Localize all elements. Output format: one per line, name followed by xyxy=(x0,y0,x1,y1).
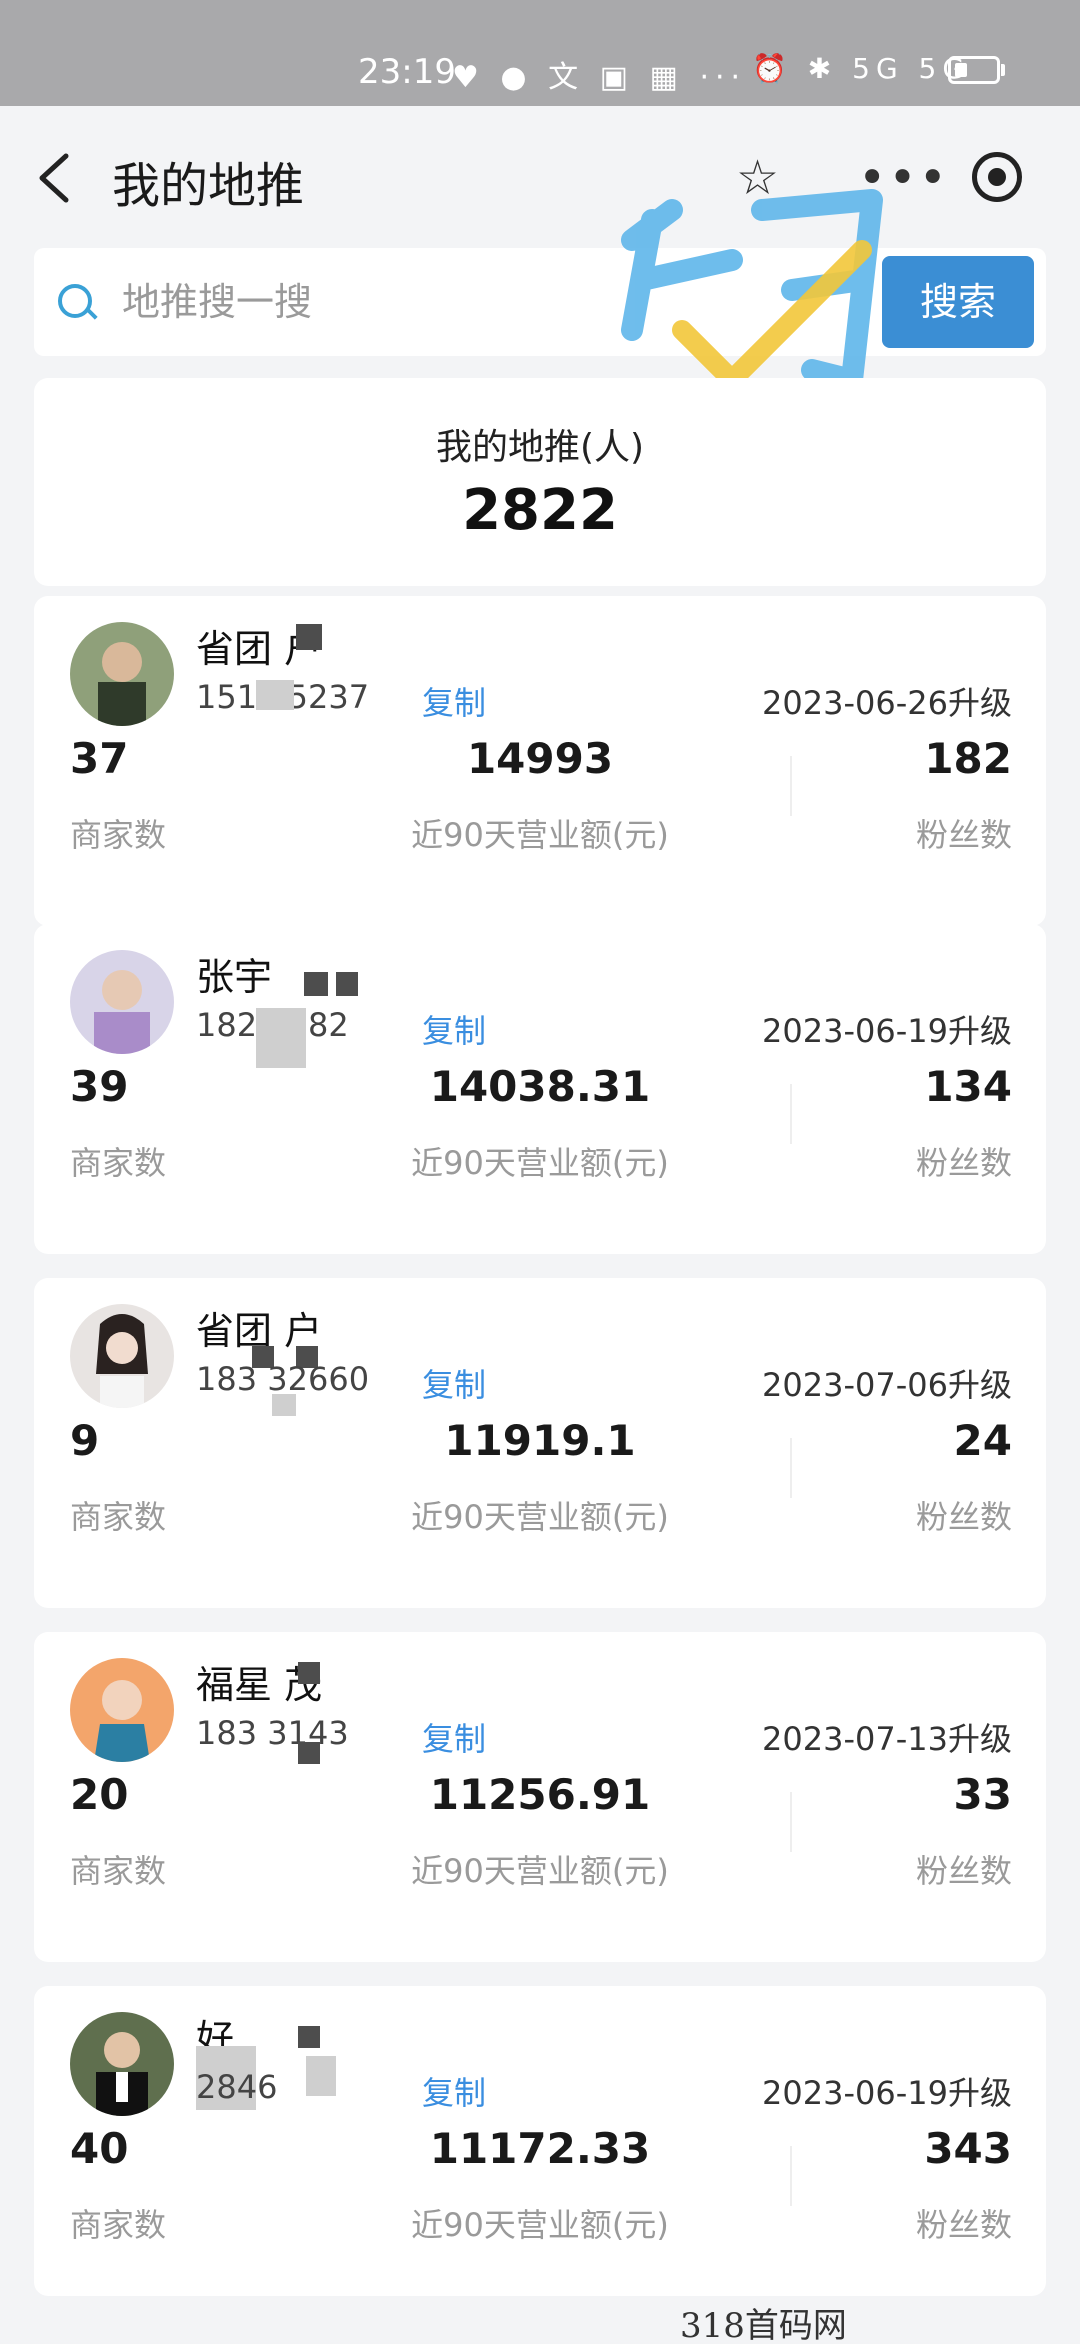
footer-watermark: 318首码网 www.e318.com xyxy=(680,2306,847,2344)
avatar xyxy=(70,2012,174,2116)
notification-icons: ♥ ● 文 ▣ ▦ ··· xyxy=(452,60,747,95)
avatar xyxy=(70,1304,174,1408)
copy-button[interactable]: 复制 xyxy=(422,2068,486,2114)
summary-label: 我的地推(人) xyxy=(435,427,645,468)
search-icon xyxy=(58,284,92,318)
privacy-mask xyxy=(298,1662,320,1684)
promoter-name: 张宇 xyxy=(196,955,273,999)
battery-icon xyxy=(948,56,1000,84)
promoter-card[interactable]: 福星 茂 183 3143 复制 2023-07-13升级 20 11256.9… xyxy=(34,1632,1046,1962)
fans-label: 粉丝数 xyxy=(915,1144,1012,1182)
revenue-value: 14038.31 xyxy=(429,1062,651,1111)
avatar xyxy=(70,950,174,1054)
revenue-label: 近90天营业额(元) xyxy=(411,1498,669,1536)
privacy-mask xyxy=(298,2026,320,2048)
copy-button[interactable]: 复制 xyxy=(422,678,486,724)
promoter-card[interactable]: 省团 户 1517 5237 复制 2023-06-26升级 37 14993 … xyxy=(34,596,1046,926)
promoter-card[interactable]: 好 2846 复制 2023-06-19升级 40 11172.33 343 商… xyxy=(34,1986,1046,2296)
target-icon[interactable] xyxy=(972,152,1022,202)
revenue-value: 11172.33 xyxy=(429,2124,651,2173)
divider xyxy=(790,1792,792,1852)
status-time: 23:19 xyxy=(358,52,456,92)
upgrade-date: 2023-07-06升级 xyxy=(762,1366,1012,1404)
privacy-mask xyxy=(306,2056,336,2096)
fans-count: 134 xyxy=(924,1062,1012,1111)
fans-count: 24 xyxy=(953,1416,1012,1465)
promoter-phone: 183 32660 xyxy=(196,1360,370,1398)
fans-label: 粉丝数 xyxy=(915,1852,1012,1890)
back-arrow-icon[interactable] xyxy=(34,150,74,206)
promoter-card[interactable]: 张宇 182 2982 复制 2023-06-19升级 39 14038.31 … xyxy=(34,924,1046,1254)
promoter-phone: 2846 xyxy=(196,2068,278,2106)
search-input[interactable] xyxy=(122,272,822,332)
fans-count: 182 xyxy=(924,734,1012,783)
avatar xyxy=(70,1658,174,1762)
privacy-mask xyxy=(296,624,322,650)
promoter-phone: 183 3143 xyxy=(196,1714,349,1752)
upgrade-date: 2023-06-19升级 xyxy=(762,1012,1012,1050)
divider xyxy=(790,756,792,816)
privacy-mask xyxy=(272,1394,296,1416)
revenue-label: 近90天营业额(元) xyxy=(411,1144,669,1182)
summary-count: 2822 xyxy=(462,478,618,543)
privacy-mask xyxy=(256,680,294,710)
copy-button[interactable]: 复制 xyxy=(422,1360,486,1406)
divider xyxy=(790,2146,792,2206)
divider xyxy=(790,1084,792,1144)
revenue-label: 近90天营业额(元) xyxy=(411,1852,669,1890)
promoter-card[interactable]: 省团 户 183 32660 复制 2023-07-06升级 9 11919.1… xyxy=(34,1278,1046,1608)
avatar xyxy=(70,622,174,726)
fans-label: 粉丝数 xyxy=(915,2206,1012,2244)
search-button[interactable]: 搜索 xyxy=(882,256,1034,348)
copy-button[interactable]: 复制 xyxy=(422,1714,486,1760)
fans-label: 粉丝数 xyxy=(915,1498,1012,1536)
battery-tip-icon xyxy=(1001,64,1005,76)
upgrade-date: 2023-06-26升级 xyxy=(762,684,1012,722)
privacy-mask xyxy=(336,972,358,996)
revenue-value: 11256.91 xyxy=(429,1770,651,1819)
fans-label: 粉丝数 xyxy=(915,816,1012,854)
fans-count: 33 xyxy=(953,1770,1012,1819)
privacy-mask xyxy=(298,1742,320,1764)
revenue-value: 11919.1 xyxy=(444,1416,636,1465)
star-icon[interactable]: ☆ xyxy=(736,150,779,206)
status-bar: 23:19 ♥ ● 文 ▣ ▦ ··· ⏰ ✱ 5G 5G xyxy=(0,0,1080,106)
signal-icons: ⏰ ✱ 5G 5G xyxy=(752,52,971,85)
revenue-label: 近90天营业额(元) xyxy=(411,2206,669,2244)
upgrade-date: 2023-07-13升级 xyxy=(762,1720,1012,1758)
page-title: 我的地推 xyxy=(112,158,305,214)
revenue-label: 近90天营业额(元) xyxy=(411,816,669,854)
divider xyxy=(790,1438,792,1498)
fans-count: 343 xyxy=(924,2124,1012,2173)
privacy-mask xyxy=(256,1008,306,1068)
privacy-mask xyxy=(304,972,328,996)
upgrade-date: 2023-06-19升级 xyxy=(762,2074,1012,2112)
more-icon[interactable]: ••• xyxy=(858,150,949,206)
copy-button[interactable]: 复制 xyxy=(422,1006,486,1052)
revenue-value: 14993 xyxy=(466,734,614,783)
